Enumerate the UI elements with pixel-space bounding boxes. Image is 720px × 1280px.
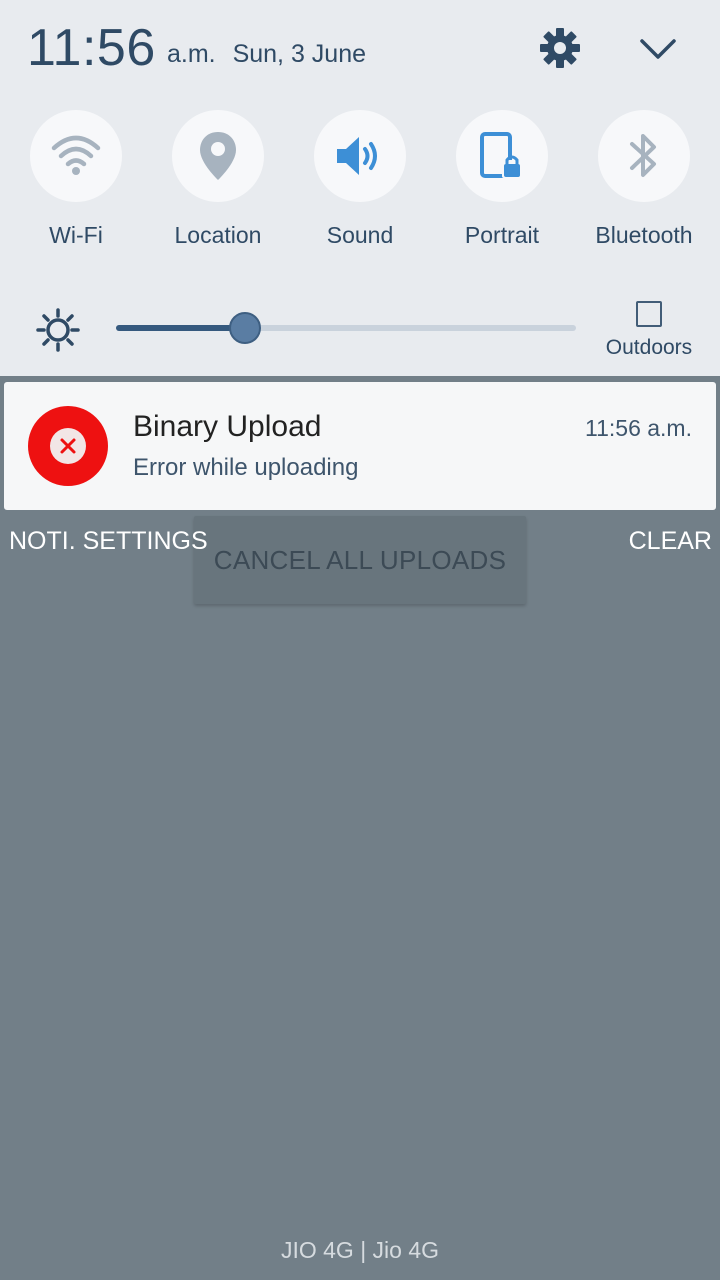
- bluetooth-button[interactable]: [598, 110, 690, 202]
- tile-label-bluetooth: Bluetooth: [595, 222, 693, 248]
- tile-bluetooth[interactable]: Bluetooth: [573, 110, 715, 249]
- date-label[interactable]: Sun, 3 June: [233, 40, 366, 68]
- brightness-slider-fill: [116, 325, 245, 331]
- error-x-icon: [28, 406, 108, 486]
- date-line: a.m. Sun, 3 June: [167, 40, 366, 69]
- tile-portrait[interactable]: Portrait: [431, 110, 573, 249]
- notification-title: Binary Upload: [133, 410, 322, 443]
- tile-label-location: Location: [174, 222, 262, 248]
- portrait-lock-icon: [480, 132, 522, 178]
- outdoors-checkbox[interactable]: [636, 301, 662, 327]
- notification-card[interactable]: Binary Upload Error while uploading 11:5…: [4, 382, 716, 510]
- cancel-all-uploads-button[interactable]: CANCEL ALL UPLOADS: [194, 516, 526, 604]
- clock-time[interactable]: 11:56: [27, 18, 156, 78]
- quick-panel: 11:56 a.m. Sun, 3 June Wi-Fi Location So…: [0, 0, 720, 376]
- tile-sound[interactable]: Sound: [289, 110, 431, 249]
- notification-settings-button[interactable]: NOTI. SETTINGS: [9, 527, 208, 556]
- tile-location[interactable]: Location: [147, 110, 289, 249]
- bluetooth-icon: [630, 134, 656, 177]
- ampm-label: a.m.: [167, 40, 216, 68]
- carrier-label: JIO 4G | Jio 4G: [280, 1237, 440, 1263]
- tile-label-sound: Sound: [326, 222, 394, 248]
- location-button[interactable]: [172, 110, 264, 202]
- brightness-slider[interactable]: [116, 312, 576, 344]
- notification-time: 11:56 a.m.: [585, 415, 692, 441]
- tile-wifi[interactable]: Wi-Fi: [5, 110, 147, 249]
- tile-label-wifi: Wi-Fi: [49, 222, 103, 248]
- wifi-button[interactable]: [30, 110, 122, 202]
- tile-label-portrait: Portrait: [464, 222, 540, 248]
- wifi-icon: [51, 135, 101, 175]
- portrait-button[interactable]: [456, 110, 548, 202]
- brightness-sun-icon: [36, 308, 80, 352]
- outdoors-label[interactable]: Outdoors: [595, 336, 703, 360]
- sound-button[interactable]: [314, 110, 406, 202]
- notification-message: Error while uploading: [133, 454, 359, 481]
- clear-button[interactable]: CLEAR: [629, 527, 712, 556]
- collapse-chevron-icon[interactable]: [636, 28, 680, 72]
- sound-icon: [337, 137, 377, 175]
- brightness-slider-thumb[interactable]: [228, 312, 261, 344]
- location-icon: [200, 132, 236, 180]
- settings-gear-icon[interactable]: [538, 26, 582, 70]
